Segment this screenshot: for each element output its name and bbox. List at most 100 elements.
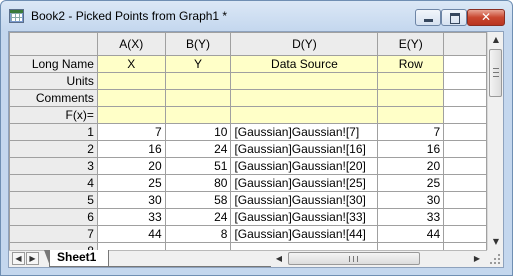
close-button[interactable]: ✕ — [467, 9, 505, 26]
row-number[interactable]: 8 — [9, 242, 98, 250]
data-cell[interactable]: [Gaussian]Gaussian![7] — [230, 123, 379, 141]
long-name-cell[interactable]: Y — [164, 55, 232, 73]
empty-cell[interactable] — [443, 140, 487, 158]
data-cell[interactable]: 25 — [96, 174, 166, 192]
formula-cell[interactable] — [230, 106, 379, 124]
column-header[interactable]: D(Y) — [230, 32, 379, 56]
row-number[interactable]: 7 — [9, 225, 98, 243]
empty-cell[interactable] — [443, 55, 487, 73]
column-header[interactable]: E(Y) — [377, 32, 445, 56]
data-cell[interactable]: [Gaussian]Gaussian![20] — [230, 157, 379, 175]
scroll-down-arrow-icon[interactable]: ▼ — [488, 234, 504, 250]
units-cell[interactable] — [164, 72, 232, 90]
units-label[interactable]: Units — [9, 72, 98, 90]
table-row: 4 25 80 [Gaussian]Gaussian![25] 25 — [9, 174, 487, 192]
data-cell[interactable]: 16 — [96, 140, 166, 158]
data-cell[interactable]: 58 — [164, 191, 232, 209]
row-number[interactable]: 2 — [9, 140, 98, 158]
scroll-up-arrow-icon[interactable]: ▲ — [488, 32, 504, 48]
empty-cell[interactable] — [443, 208, 487, 226]
units-cell[interactable] — [377, 72, 445, 90]
data-cell[interactable] — [164, 242, 232, 250]
data-cell[interactable]: 7 — [377, 123, 445, 141]
formula-cell[interactable] — [96, 106, 166, 124]
long-name-cell[interactable]: Row — [377, 55, 445, 73]
sheet-tab[interactable]: Sheet1 — [44, 250, 109, 267]
empty-cell[interactable] — [443, 72, 487, 90]
minimize-button[interactable] — [415, 9, 441, 26]
row-number[interactable]: 5 — [9, 191, 98, 209]
table-row: 2 16 24 [Gaussian]Gaussian![16] 16 — [9, 140, 487, 158]
data-cell[interactable] — [96, 242, 166, 250]
data-cell[interactable]: 20 — [377, 157, 445, 175]
data-cell[interactable]: 30 — [377, 191, 445, 209]
empty-cell[interactable] — [443, 174, 487, 192]
table-row: 8 — [9, 242, 487, 250]
vertical-scroll-thumb[interactable] — [489, 49, 502, 97]
resize-grip-icon[interactable] — [487, 250, 503, 267]
empty-cell[interactable] — [443, 225, 487, 243]
row-number[interactable]: 6 — [9, 208, 98, 226]
data-cell[interactable]: 80 — [164, 174, 232, 192]
comments-cell[interactable] — [164, 89, 232, 107]
empty-cell[interactable] — [443, 191, 487, 209]
table-row: 5 30 58 [Gaussian]Gaussian![30] 30 — [9, 191, 487, 209]
data-cell[interactable]: [Gaussian]Gaussian![44] — [230, 225, 379, 243]
data-cell[interactable]: 7 — [96, 123, 166, 141]
workbook-icon[interactable] — [9, 9, 24, 23]
horizontal-scrollbar[interactable]: ◀ ▶ — [271, 251, 485, 267]
empty-column-header[interactable] — [443, 32, 487, 56]
formula-label[interactable]: F(x)= — [9, 106, 98, 124]
comments-cell[interactable] — [230, 89, 379, 107]
data-cell[interactable]: 24 — [164, 140, 232, 158]
data-cell[interactable]: 20 — [96, 157, 166, 175]
data-cell[interactable]: 33 — [377, 208, 445, 226]
data-cell[interactable]: 33 — [96, 208, 166, 226]
table-row: 7 44 8 [Gaussian]Gaussian![44] 44 — [9, 225, 487, 243]
row-number[interactable]: 3 — [9, 157, 98, 175]
scroll-left-arrow-icon[interactable]: ◀ — [271, 251, 287, 267]
data-cell[interactable]: 25 — [377, 174, 445, 192]
vertical-scrollbar[interactable]: ▲ ▼ — [487, 32, 503, 250]
select-all-corner[interactable] — [9, 32, 98, 56]
comments-cell[interactable] — [96, 89, 166, 107]
row-number[interactable]: 4 — [9, 174, 98, 192]
data-cell[interactable]: 51 — [164, 157, 232, 175]
data-cell[interactable]: 10 — [164, 123, 232, 141]
comments-cell[interactable] — [377, 89, 445, 107]
column-header[interactable]: A(X) — [96, 32, 166, 56]
maximize-button[interactable] — [441, 9, 467, 26]
data-cell[interactable]: 44 — [96, 225, 166, 243]
data-cell[interactable]: [Gaussian]Gaussian![25] — [230, 174, 379, 192]
formula-cell[interactable] — [377, 106, 445, 124]
row-number[interactable]: 1 — [9, 123, 98, 141]
units-cell[interactable] — [96, 72, 166, 90]
data-cell[interactable]: [Gaussian]Gaussian![16] — [230, 140, 379, 158]
comments-label[interactable]: Comments — [9, 89, 98, 107]
long-name-label[interactable]: Long Name — [9, 55, 98, 73]
data-cell[interactable]: 8 — [164, 225, 232, 243]
data-cell[interactable]: [Gaussian]Gaussian![33] — [230, 208, 379, 226]
long-name-cell[interactable]: X — [96, 55, 166, 73]
column-header[interactable]: B(Y) — [164, 32, 232, 56]
previous-sheet-button[interactable]: ◀ — [12, 252, 25, 265]
data-cell[interactable]: 44 — [377, 225, 445, 243]
data-cell[interactable] — [230, 242, 379, 250]
units-cell[interactable] — [230, 72, 379, 90]
data-cell[interactable]: 30 — [96, 191, 166, 209]
formula-cell[interactable] — [164, 106, 232, 124]
data-cell[interactable] — [377, 242, 445, 250]
data-cell[interactable]: [Gaussian]Gaussian![30] — [230, 191, 379, 209]
empty-cell[interactable] — [443, 106, 487, 124]
data-cell[interactable]: 24 — [164, 208, 232, 226]
empty-cell[interactable] — [443, 123, 487, 141]
next-sheet-button[interactable]: ▶ — [26, 252, 39, 265]
scroll-right-arrow-icon[interactable]: ▶ — [469, 251, 485, 267]
empty-cell[interactable] — [443, 89, 487, 107]
data-cell[interactable]: 16 — [377, 140, 445, 158]
empty-cell[interactable] — [443, 157, 487, 175]
title-bar[interactable]: Book2 - Picked Points from Graph1 * ✕ — [1, 1, 512, 31]
horizontal-scroll-thumb[interactable] — [288, 252, 420, 265]
long-name-cell[interactable]: Data Source — [230, 55, 379, 73]
empty-cell[interactable] — [443, 242, 487, 250]
